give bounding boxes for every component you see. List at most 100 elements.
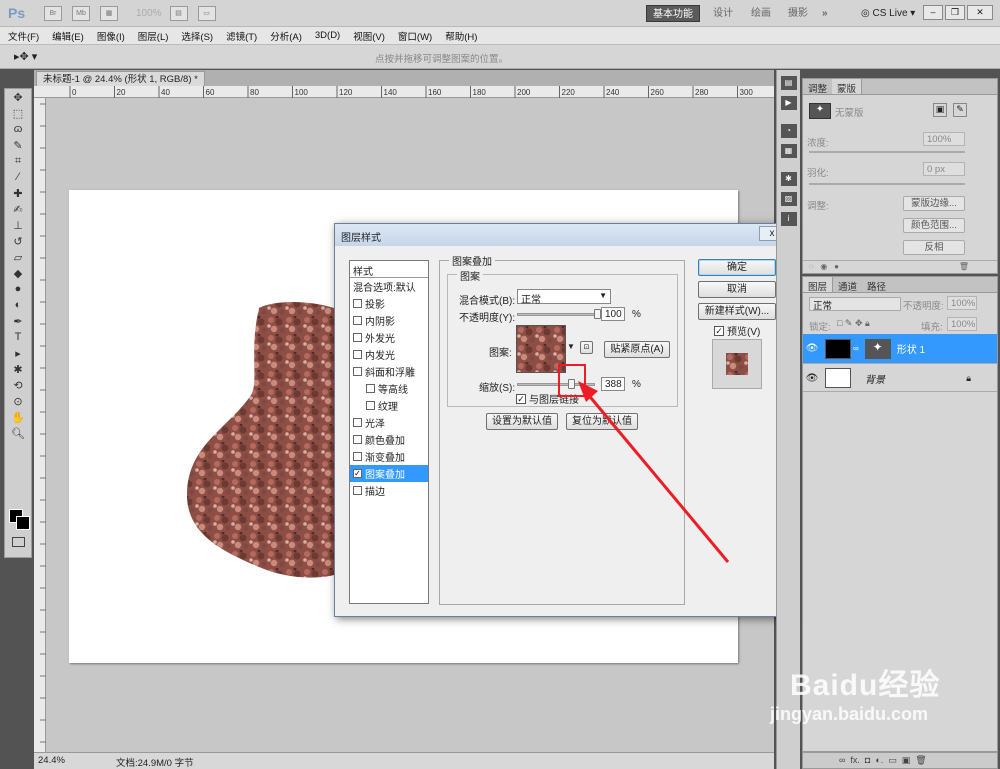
menu-select[interactable]: 选择(S) bbox=[181, 29, 213, 43]
menu-analysis[interactable]: 分析(A) bbox=[270, 29, 302, 43]
opacity-slider-thumb[interactable] bbox=[594, 309, 601, 319]
blur-tool-icon[interactable]: ● bbox=[5, 281, 31, 297]
color-panel-icon[interactable]: ◔ bbox=[780, 124, 797, 138]
style-checkbox[interactable] bbox=[353, 435, 362, 444]
style-item[interactable]: 纹理 bbox=[350, 397, 428, 414]
marquee-tool-icon[interactable]: ⬚ bbox=[5, 105, 31, 121]
history-brush-icon[interactable]: ↺ bbox=[5, 233, 31, 249]
pattern-dropdown-icon[interactable]: ▼ bbox=[567, 342, 575, 351]
pixel-mask-icon[interactable]: ▣ bbox=[933, 103, 947, 117]
dodge-tool-icon[interactable]: ◐ bbox=[5, 297, 31, 313]
opacity-input[interactable]: 100 bbox=[601, 307, 625, 321]
bridge-icon[interactable]: Br bbox=[44, 5, 62, 21]
minimize-button[interactable]: – bbox=[923, 5, 943, 20]
arrange-documents-icon[interactable]: ▤ bbox=[169, 5, 188, 21]
style-checkbox[interactable] bbox=[353, 452, 362, 461]
cancel-button[interactable]: 取消 bbox=[698, 281, 776, 298]
preview-checkbox[interactable]: ✓ 预览(V) bbox=[714, 323, 760, 338]
lasso-tool-icon[interactable]: ɷ bbox=[5, 121, 31, 137]
style-checkbox[interactable] bbox=[353, 299, 362, 308]
color-range-button[interactable]: 颜色范围... bbox=[903, 218, 965, 233]
workspace-photography[interactable]: 摄影 bbox=[782, 5, 814, 22]
style-checkbox[interactable] bbox=[353, 367, 362, 376]
3d-orbit-tool-icon[interactable]: ⊙ bbox=[5, 393, 31, 409]
snap-to-origin-button[interactable]: 贴紧原点(A) bbox=[604, 341, 670, 358]
layer-row-shape1[interactable]: 👁︎ ∞ ✦ 形状 1 bbox=[803, 334, 997, 364]
background-color-swatch[interactable] bbox=[16, 516, 30, 530]
eye-icon[interactable]: 👁︎ bbox=[803, 373, 821, 384]
reset-default-button[interactable]: 复位为默认值 bbox=[566, 413, 638, 430]
workspace-more[interactable]: » bbox=[816, 5, 834, 22]
ok-button[interactable]: 确定 bbox=[698, 259, 776, 276]
restore-button[interactable]: ❐ bbox=[945, 5, 965, 20]
workspace-design[interactable]: 设计 bbox=[707, 5, 739, 22]
shape-tool-icon[interactable]: ✱ bbox=[5, 361, 31, 377]
info-panel-icon[interactable]: i bbox=[780, 212, 797, 226]
document-tab[interactable]: 未标题-1 @ 24.4% (形状 1, RGB/8) * bbox=[36, 71, 205, 86]
layer-blend-select[interactable]: 正常 bbox=[809, 297, 901, 312]
eyedropper-tool-icon[interactable]: ⁄ bbox=[5, 169, 31, 185]
vector-mask-icon[interactable]: ✎ bbox=[953, 103, 967, 117]
style-item[interactable]: 等高线 bbox=[350, 380, 428, 397]
style-list-header[interactable]: 样式 bbox=[350, 261, 428, 278]
layer-row-background[interactable]: 👁︎ 背景 🔒︎ bbox=[803, 365, 997, 392]
tab-adjustments[interactable]: 调整 bbox=[803, 79, 832, 95]
history-panel-icon[interactable]: ▤ bbox=[780, 76, 797, 90]
feather-field[interactable]: 0 px bbox=[923, 162, 965, 176]
mask-edge-button[interactable]: 蒙版边缘... bbox=[903, 196, 965, 211]
horizontal-ruler[interactable]: 0 20 40 60 80 100 120 140 160 180 200 220 240 260 280 3… bbox=[34, 86, 774, 98]
lock-icons[interactable]: □ ✎ ✥ 🔒︎ bbox=[837, 318, 870, 329]
style-item[interactable]: 光泽 bbox=[350, 414, 428, 431]
style-item[interactable]: ✓ 图案叠加 bbox=[350, 465, 428, 482]
style-checkbox[interactable] bbox=[353, 316, 362, 325]
close-window-button[interactable]: ✕ bbox=[967, 5, 993, 20]
screen-mode-icon[interactable]: ▭ bbox=[197, 5, 216, 21]
new-style-button[interactable]: 新建样式(W)... bbox=[698, 303, 776, 320]
bucket-tool-icon[interactable]: ◆ bbox=[5, 265, 31, 281]
invert-button[interactable]: 反相 bbox=[903, 240, 965, 255]
layer-opacity-field[interactable]: 100% bbox=[947, 296, 977, 310]
brush-tool-icon[interactable]: ✍ bbox=[5, 201, 31, 217]
status-zoom[interactable]: 24.4% bbox=[38, 755, 65, 766]
style-checkbox[interactable] bbox=[353, 486, 362, 495]
swatches-panel-icon[interactable]: ▦ bbox=[780, 144, 797, 158]
view-extras-icon[interactable]: ▦ bbox=[100, 5, 118, 21]
fill-field[interactable]: 100% bbox=[947, 317, 977, 331]
workspace-painting[interactable]: 绘画 bbox=[745, 5, 777, 22]
density-slider[interactable] bbox=[809, 151, 965, 153]
trash-icon[interactable]: 🗑︎ bbox=[959, 262, 969, 271]
blend-mode-select[interactable]: 正常 ▼ bbox=[517, 289, 611, 306]
eraser-tool-icon[interactable]: ▱ bbox=[5, 249, 31, 265]
workspace-essentials[interactable]: 基本功能 bbox=[646, 5, 700, 22]
menu-filter[interactable]: 滤镜(T) bbox=[226, 29, 257, 43]
move-tool-icon[interactable]: ✥ bbox=[5, 89, 31, 105]
menu-edit[interactable]: 编辑(E) bbox=[52, 29, 84, 43]
style-checkbox[interactable]: ✓ bbox=[353, 469, 362, 478]
style-item[interactable]: 渐变叠加 bbox=[350, 448, 428, 465]
style-checkbox[interactable] bbox=[353, 333, 362, 342]
quick-mask-icon[interactable] bbox=[12, 537, 25, 547]
style-item[interactable]: 外发光 bbox=[350, 329, 428, 346]
tab-paths[interactable]: 路径 bbox=[862, 277, 891, 293]
menu-view[interactable]: 视图(V) bbox=[353, 29, 385, 43]
path-select-tool-icon[interactable]: ▸ bbox=[5, 345, 31, 361]
opacity-slider[interactable] bbox=[517, 309, 601, 319]
type-tool-icon[interactable]: T bbox=[5, 329, 31, 345]
style-checkbox[interactable] bbox=[366, 384, 375, 393]
set-default-button[interactable]: 设置为默认值 bbox=[486, 413, 558, 430]
tab-channels[interactable]: 通道 bbox=[833, 277, 862, 293]
menu-help[interactable]: 帮助(H) bbox=[445, 29, 477, 43]
vertical-ruler[interactable] bbox=[34, 98, 46, 752]
brush-panel-icon[interactable]: ✱ bbox=[780, 172, 797, 186]
healing-tool-icon[interactable]: ✚ bbox=[5, 185, 31, 201]
menu-file[interactable]: 文件(F) bbox=[8, 29, 39, 43]
zoom-level[interactable]: 100% bbox=[136, 8, 162, 19]
style-item[interactable]: 混合选项:默认 bbox=[350, 278, 428, 295]
feather-slider[interactable] bbox=[809, 183, 965, 185]
new-preset-icon[interactable]: ⊡ bbox=[580, 341, 593, 354]
style-item[interactable]: 内阴影 bbox=[350, 312, 428, 329]
density-field[interactable]: 100% bbox=[923, 132, 965, 146]
3d-rotate-tool-icon[interactable]: ⟲ bbox=[5, 377, 31, 393]
actions-panel-icon[interactable]: ▶ bbox=[780, 96, 797, 110]
style-item[interactable]: 描边 bbox=[350, 482, 428, 499]
